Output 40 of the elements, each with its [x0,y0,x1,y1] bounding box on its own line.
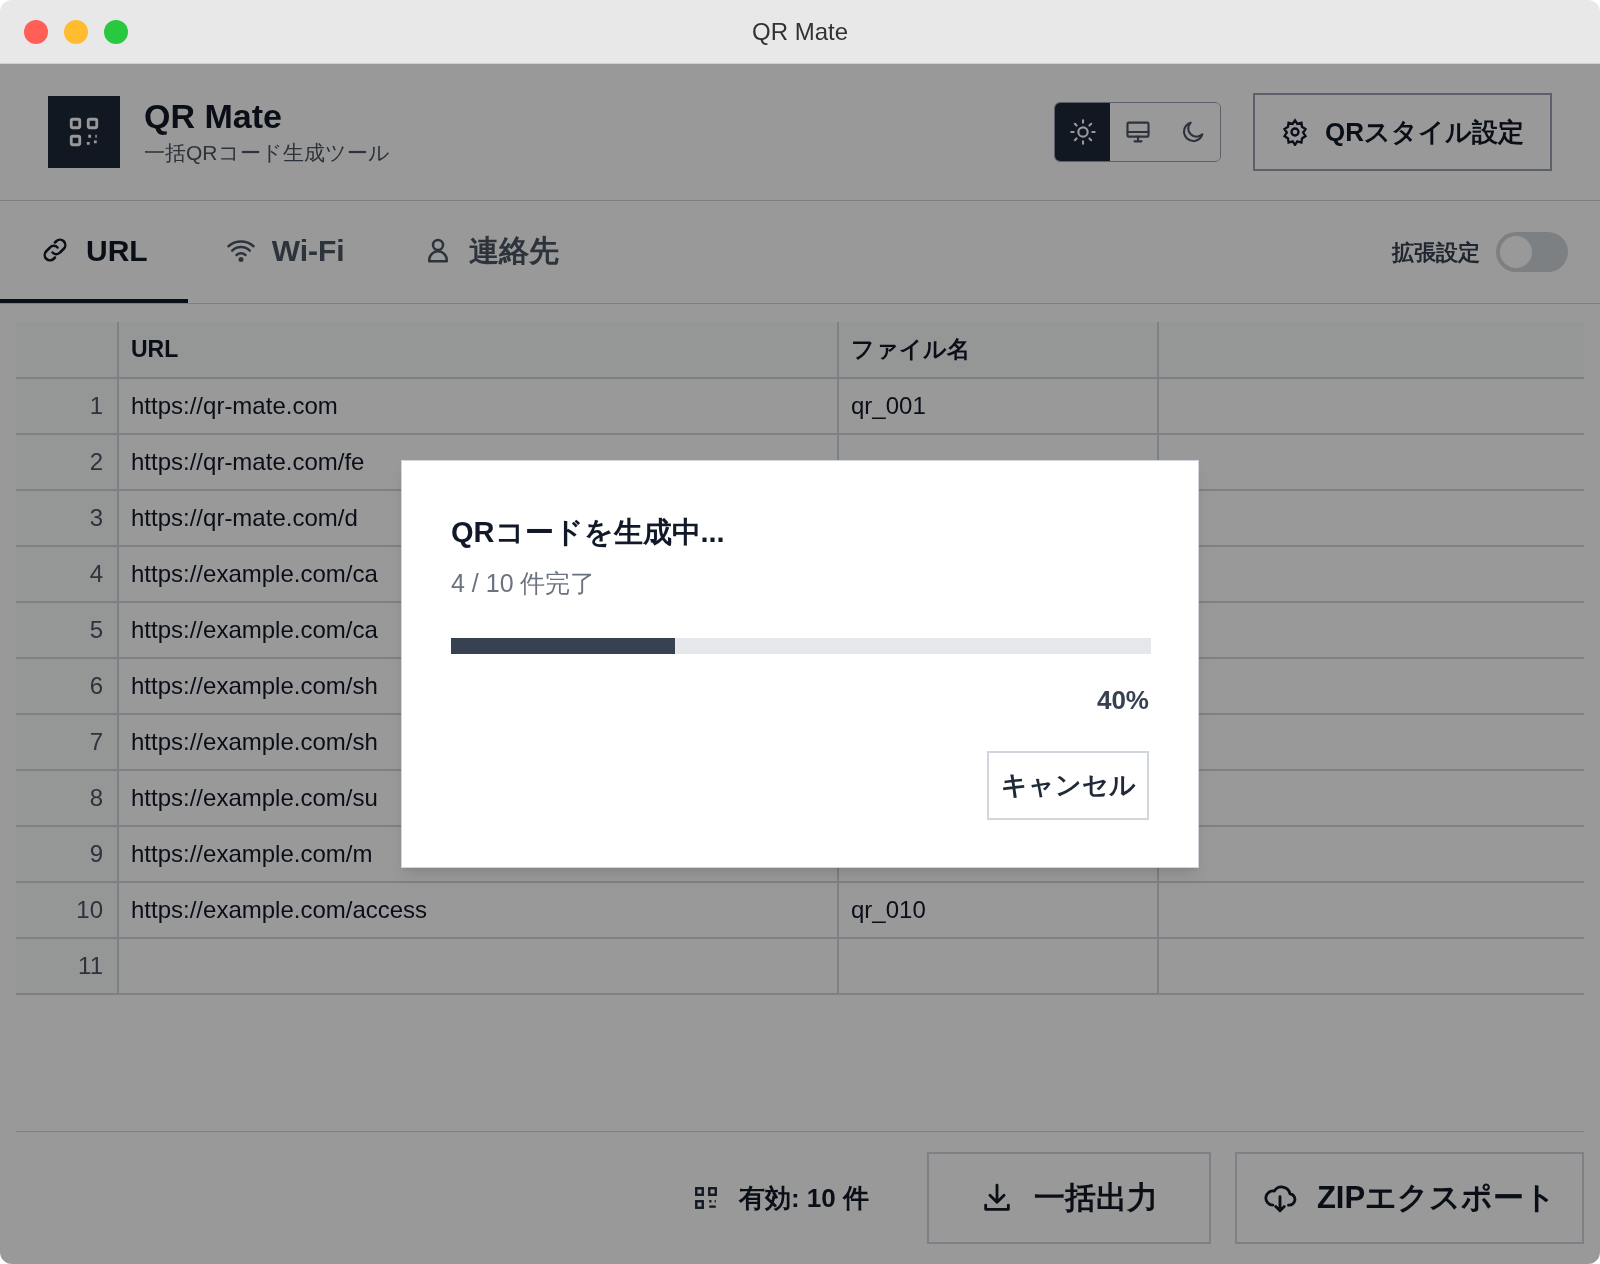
table-cell: https://example.com/access [119,883,839,937]
row-number: 8 [16,771,119,825]
row-number: 4 [16,547,119,601]
app-name: QR Mate [144,96,283,138]
light-mode-button[interactable] [1055,103,1110,161]
row-number: 7 [16,715,119,769]
row-number: 9 [16,827,119,881]
table-cell: qr_010 [839,883,1159,937]
logo-icon [48,96,120,168]
bulk-export-button[interactable]: 一括出力 [927,1152,1211,1244]
close-button[interactable] [24,19,48,44]
app-subtitle: 一括QRコード生成ツール [144,140,390,167]
qr-code-icon [692,1185,719,1211]
progress-percent: 40% [1096,684,1149,717]
style-settings-button[interactable]: QRスタイル設定 [1253,93,1552,171]
row-number: 3 [16,491,119,545]
advanced-settings-label: 拡張設定 [1392,238,1480,267]
row-number: 6 [16,659,119,713]
column-header[interactable]: URL [119,322,839,377]
row-number: 1 [16,379,119,433]
tab[interactable]: Wi-Fi [187,201,385,303]
valid-count: 有効: 10 件 [738,1181,869,1215]
row-number: 11 [16,939,119,993]
progress-text: 4 / 10 件完了 [451,568,596,599]
settings-icon [1281,118,1309,146]
cancel-button[interactable]: キャンセル [987,751,1149,820]
table-cell: qr_001 [839,379,1159,433]
table-cell: https://qr-mate.com [119,379,839,433]
column-header[interactable]: ファイル名 [839,322,1159,377]
tab[interactable]: URL [0,201,188,303]
window-title: QR Mate [751,16,849,47]
minimize-button[interactable] [64,19,88,44]
sun-icon [1068,118,1097,146]
tab[interactable]: 連絡先 [384,201,599,303]
zip-export-button[interactable]: ZIPエクスポート [1235,1152,1584,1244]
advanced-settings-toggle[interactable] [1496,232,1568,272]
row-number: 5 [16,603,119,657]
zoom-button[interactable] [104,19,128,44]
row-number: 2 [16,435,119,489]
row-number: 10 [16,883,119,937]
